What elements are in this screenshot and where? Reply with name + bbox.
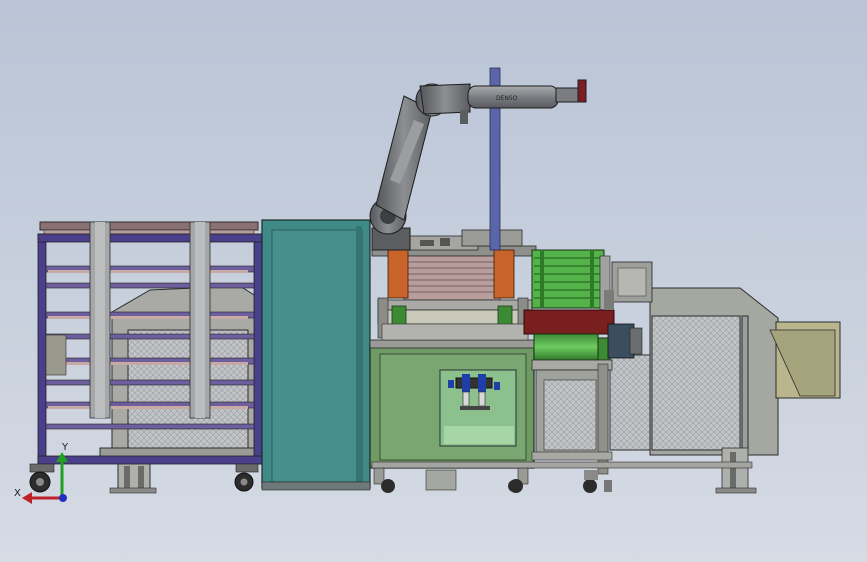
left-base-feet (109, 461, 157, 494)
discharge-hopper (609, 287, 841, 456)
robot-arm: DENSO (369, 67, 587, 251)
drum-unit (523, 249, 653, 361)
control-cabinet (369, 339, 535, 493)
guard-panel (261, 219, 371, 491)
x-axis-label: X (14, 488, 21, 499)
cad-viewport[interactable]: DENSO Y X (0, 0, 867, 562)
y-axis-label: Y (61, 442, 69, 453)
tool-marking: DENSO (496, 95, 518, 102)
assembly-drawing: DENSO Y X (14, 67, 841, 504)
